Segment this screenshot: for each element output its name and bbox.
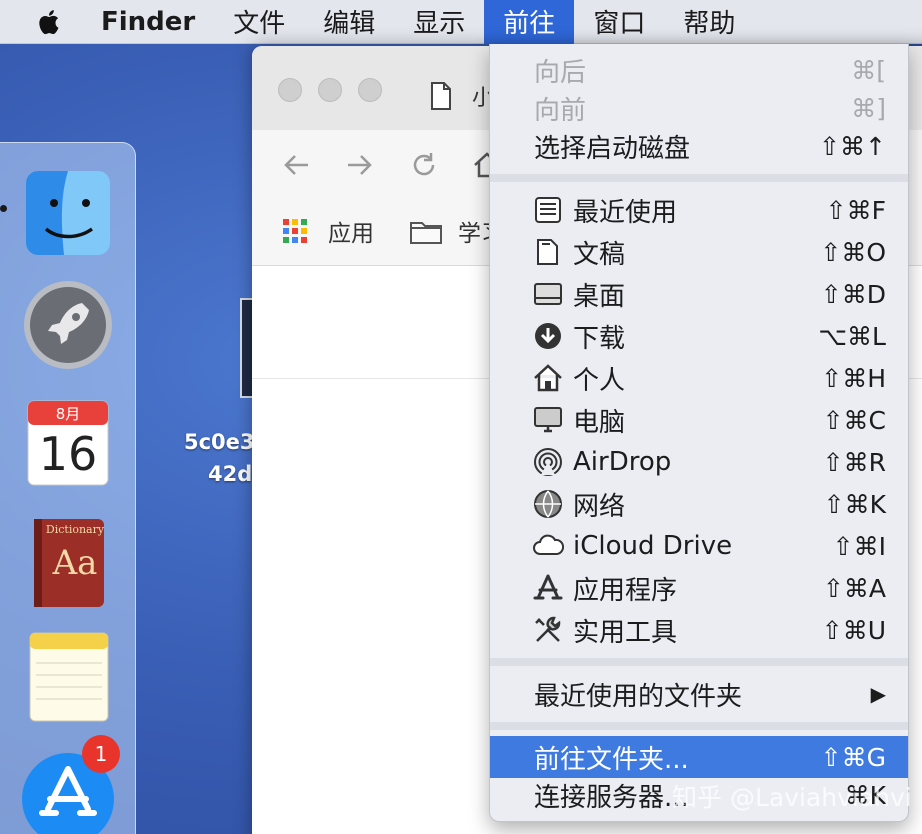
menu-separator — [490, 174, 908, 182]
documents-icon — [537, 239, 558, 265]
menu-separator — [490, 658, 908, 666]
menu-item-go-to-folder[interactable]: 前往文件夹... ⇧⌘G — [490, 736, 908, 778]
desktop-icon — [534, 283, 562, 305]
menu-separator — [490, 722, 908, 730]
notes-icon[interactable] — [20, 627, 116, 723]
launchpad-rocket-icon[interactable] — [20, 277, 116, 373]
apps-grid-icon[interactable] — [282, 218, 308, 244]
menu-app-finder[interactable]: Finder — [101, 0, 214, 44]
menu-item-computer[interactable]: 电脑 ⇧⌘C — [490, 399, 908, 441]
utilities-icon — [535, 616, 561, 642]
computer-icon — [534, 407, 562, 433]
reload-icon[interactable] — [409, 150, 439, 180]
dock: 8月 16 Dictionary Aa 1 — [0, 142, 136, 834]
menu-bar: Finder 文件 编辑 显示 前往 窗口 帮助 — [0, 0, 922, 44]
app-store-icon[interactable]: 1 — [20, 735, 120, 834]
menu-item-forward[interactable]: 向前 ⌘] — [490, 87, 908, 129]
recents-icon — [535, 197, 561, 223]
menu-item-applications[interactable]: 应用程序 ⇧⌘A — [490, 567, 908, 609]
menu-item-documents[interactable]: 文稿 ⇧⌘O — [490, 231, 908, 273]
menu-file[interactable]: 文件 — [214, 0, 304, 44]
menu-view[interactable]: 显示 — [394, 0, 484, 44]
menu-window[interactable]: 窗口 — [574, 0, 664, 44]
menu-item-select-startup-disk[interactable]: 选择启动磁盘 ⇧⌘↑ — [490, 125, 908, 167]
finder-icon[interactable] — [20, 165, 116, 261]
folder-icon[interactable] — [410, 220, 442, 244]
forward-arrow-icon[interactable] — [344, 150, 374, 180]
calendar-day: 16 — [38, 427, 98, 481]
menu-item-home[interactable]: 个人 ⇧⌘H — [490, 357, 908, 399]
menu-edit[interactable]: 编辑 — [304, 0, 394, 44]
network-icon — [534, 490, 562, 518]
menu-item-downloads[interactable]: 下载 ⌥⌘L — [490, 315, 908, 357]
apple-logo-icon[interactable] — [35, 7, 65, 37]
menu-item-recent-folders[interactable]: 最近使用的文件夹 ▶ — [490, 673, 908, 715]
submenu-arrow-icon: ▶ — [870, 682, 886, 706]
airdrop-icon — [534, 448, 562, 476]
window-minimize-button[interactable] — [318, 78, 342, 102]
dictionary-icon[interactable]: Dictionary Aa — [20, 513, 116, 609]
menu-item-network[interactable]: 网络 ⇧⌘K — [490, 483, 908, 525]
calendar-month: 8月 — [55, 405, 81, 423]
menu-item-icloud-drive[interactable]: iCloud Drive ⇧⌘I — [490, 525, 908, 567]
applications-icon — [533, 574, 563, 600]
watermark: 知乎 @Laviahviahvi — [672, 783, 912, 812]
back-arrow-icon[interactable] — [282, 150, 312, 180]
downloads-icon — [535, 323, 561, 349]
menu-item-utilities[interactable]: 实用工具 ⇧⌘U — [490, 609, 908, 651]
icloud-icon — [533, 534, 564, 555]
desktop-file-name-line1[interactable]: 5c0e3 — [184, 430, 254, 454]
document-icon — [431, 82, 451, 110]
dock-running-indicator — [0, 205, 7, 212]
menu-help[interactable]: 帮助 — [664, 0, 754, 44]
dictionary-title: Dictionary — [45, 523, 105, 536]
calendar-icon[interactable]: 8月 16 — [20, 395, 116, 491]
menu-item-airdrop[interactable]: AirDrop ⇧⌘R — [490, 441, 908, 483]
home-icon — [534, 364, 562, 392]
dictionary-glyph: Aa — [52, 543, 98, 583]
menu-item-desktop[interactable]: 桌面 ⇧⌘D — [490, 273, 908, 315]
bookmark-apps-label[interactable]: 应用 — [328, 214, 374, 248]
menu-item-back[interactable]: 向后 ⌘[ — [490, 49, 908, 91]
menu-item-recents[interactable]: 最近使用 ⇧⌘F — [490, 189, 908, 231]
app-store-badge: 1 — [82, 735, 120, 773]
window-zoom-button[interactable] — [358, 78, 382, 102]
go-menu-dropdown: 向后 ⌘[ 向前 ⌘] 选择启动磁盘 ⇧⌘↑ 最近使用 ⇧⌘F 文稿 ⇧⌘O 桌… — [489, 44, 909, 822]
menu-go[interactable]: 前往 — [484, 0, 575, 44]
window-close-button[interactable] — [278, 78, 302, 102]
